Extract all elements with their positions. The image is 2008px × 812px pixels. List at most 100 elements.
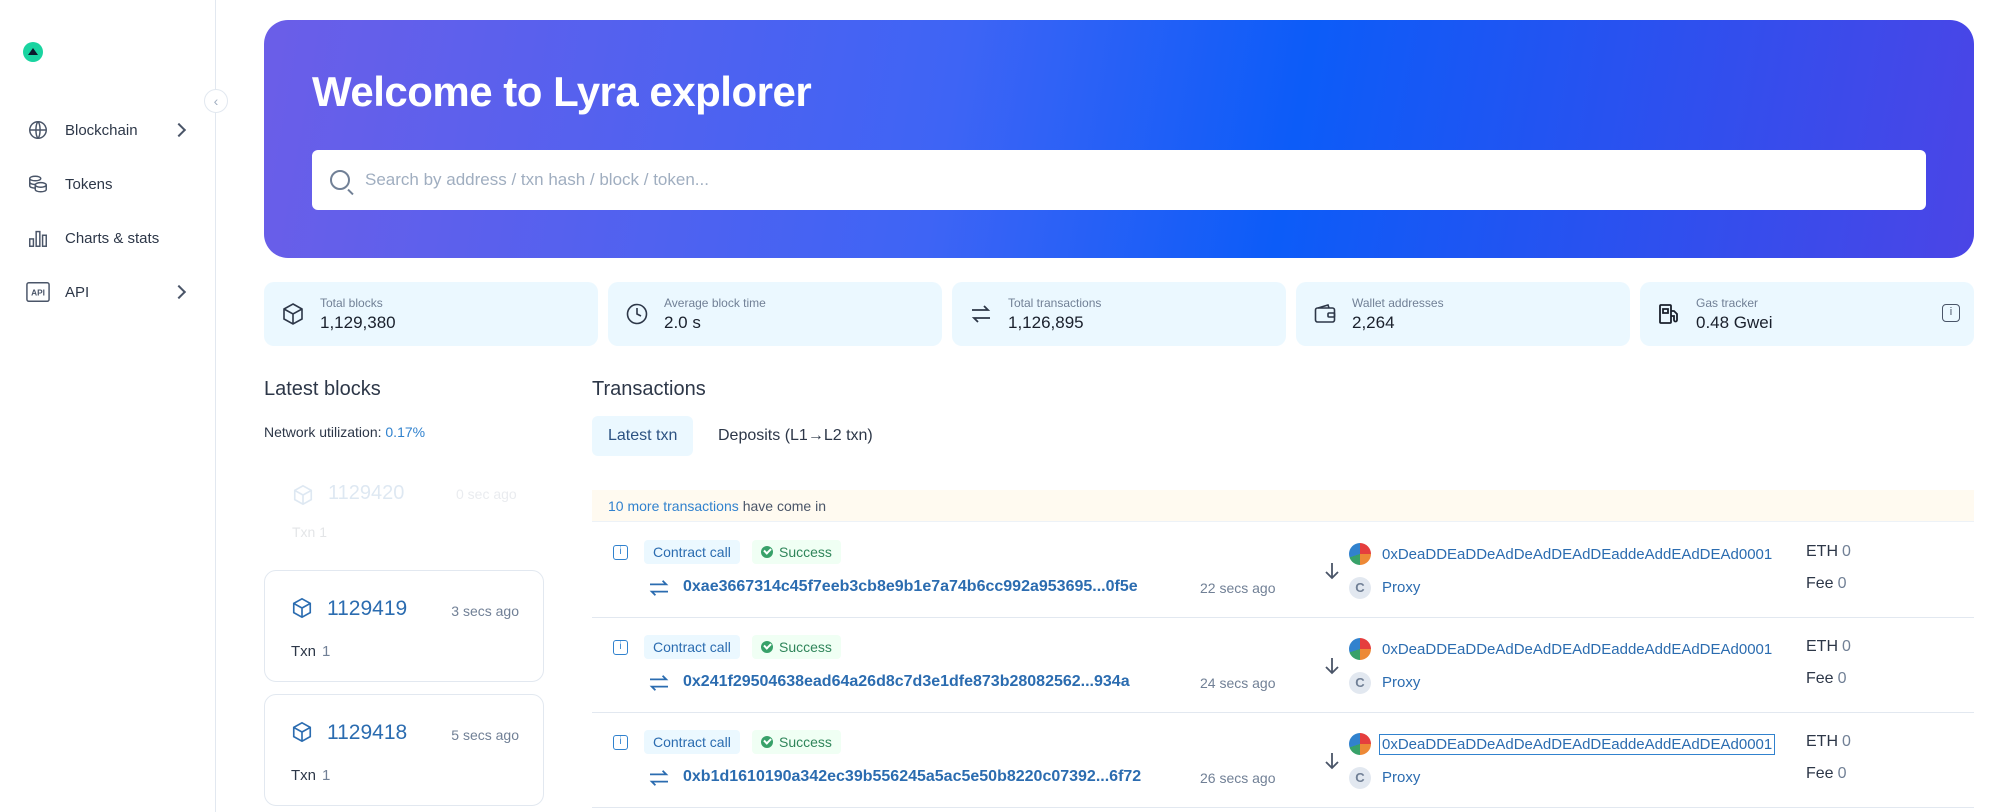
stat-wallet-addresses: Wallet addresses 2,264 — [1296, 282, 1630, 346]
arrow-down-icon — [1325, 563, 1339, 580]
tx-hash-link[interactable]: 0x241f29504638ead64a26d8c7d3e1dfe873b280… — [683, 673, 1130, 691]
fee-label: Fee — [1806, 765, 1834, 782]
contract-avatar: C — [1349, 672, 1371, 694]
info-icon[interactable]: i — [613, 640, 628, 655]
status-badge: Success — [752, 635, 841, 659]
block-txn-count: 1 — [322, 767, 331, 784]
fee-label: Fee — [1806, 575, 1834, 592]
sidebar-item-label: Charts & stats — [65, 229, 160, 247]
svg-text:API: API — [31, 288, 45, 298]
globe-icon — [24, 116, 52, 144]
coins-icon — [24, 170, 52, 198]
stat-label: Total transactions — [1008, 295, 1102, 310]
tx-eth-value: ETH 0 — [1806, 638, 1851, 656]
table-row: i Contract call Success 0x241f29504638ea… — [592, 618, 1974, 713]
info-icon[interactable]: i — [1942, 304, 1960, 322]
eth-label: ETH — [1806, 733, 1838, 750]
tx-eth-value: ETH 0 — [1806, 733, 1851, 751]
search-icon — [330, 170, 350, 190]
tab-deposits[interactable]: Deposits (L1→L2 txn) — [702, 416, 889, 456]
table-row: i Contract call Success 0xae3667314c45f7… — [592, 523, 1974, 618]
tx-fee-value: Fee 0 — [1806, 575, 1846, 593]
fee-amount: 0 — [1837, 575, 1847, 592]
new-transactions-banner: 10 more transactions have come in — [592, 490, 1974, 522]
block-txn-count: 1 — [319, 524, 328, 540]
wallet-icon — [1310, 299, 1340, 329]
block-time: 3 secs ago — [451, 603, 519, 619]
sidebar-item-label: Tokens — [65, 175, 113, 193]
to-address-link[interactable]: Proxy — [1382, 579, 1420, 596]
banner-text: have come in — [742, 497, 827, 514]
tx-type-badge: Contract call — [644, 730, 740, 754]
network-utilization-label: Network utilization: — [264, 424, 382, 440]
sidebar-item-tokens[interactable]: Tokens — [24, 166, 184, 202]
sidebar: Blockchain Tokens Charts & stats API API — [0, 0, 216, 812]
eth-amount: 0 — [1842, 543, 1851, 560]
chevron-right-icon — [171, 284, 187, 300]
search-input[interactable] — [365, 170, 1865, 190]
bar-chart-icon — [24, 224, 52, 252]
clock-icon — [622, 299, 652, 329]
sidebar-item-api[interactable]: API API — [24, 274, 187, 310]
search-bar[interactable] — [312, 150, 1926, 210]
from-address-link[interactable]: 0xDeaDDEaDDeAdDeAdDEAdDEaddeAddEAdDEAd00… — [1380, 545, 1774, 564]
sidebar-item-charts-stats[interactable]: Charts & stats — [24, 220, 184, 256]
cube-icon — [292, 597, 312, 619]
block-txn: Txn 1 — [292, 524, 327, 540]
lyra-logo[interactable] — [23, 42, 43, 62]
block-number-link[interactable]: 1129419 — [327, 597, 407, 621]
eth-amount: 0 — [1842, 638, 1851, 655]
status-text: Success — [779, 734, 832, 750]
sidebar-item-blockchain[interactable]: Blockchain — [24, 112, 187, 148]
tx-eth-value: ETH 0 — [1806, 543, 1851, 561]
info-icon[interactable]: i — [613, 735, 628, 750]
eth-amount: 0 — [1842, 733, 1851, 750]
stat-label: Average block time — [664, 295, 766, 310]
check-circle-icon — [761, 736, 773, 748]
tab-latest-txn[interactable]: Latest txn — [592, 416, 694, 456]
stat-average-block-time: Average block time 2.0 s — [608, 282, 942, 346]
block-time: 5 secs ago — [451, 727, 519, 743]
cube-icon — [293, 484, 313, 506]
info-icon[interactable]: i — [613, 545, 628, 560]
block-txn-label: Txn — [291, 643, 317, 660]
from-address-link[interactable]: 0xDeaDDEaDDeAdDeAdDEAdDEaddeAddEAdDEAd00… — [1378, 734, 1776, 755]
stat-value: 0.48 Gwei — [1696, 312, 1773, 332]
hero-banner: Welcome to Lyra explorer — [264, 20, 1974, 258]
block-number-link[interactable]: 1129418 — [327, 721, 407, 745]
to-address-link[interactable]: Proxy — [1382, 769, 1420, 786]
network-utilization-value: 0.17% — [385, 424, 426, 440]
transfer-icon — [649, 580, 669, 596]
table-row: i Contract call Success 0xb1d1610190a342… — [592, 713, 1974, 808]
stat-total-transactions: Total transactions 1,126,895 — [952, 282, 1286, 346]
stat-total-blocks: Total blocks 1,129,380 — [264, 282, 598, 346]
eth-label: ETH — [1806, 543, 1838, 560]
latest-blocks-title: Latest blocks — [264, 378, 381, 400]
arrow-down-icon — [1325, 658, 1339, 675]
collapse-sidebar-button[interactable]: ‹ — [204, 89, 228, 113]
block-txn: Txn 1 — [291, 767, 330, 784]
network-utilization: Network utilization: 0.17% — [264, 424, 425, 440]
from-avatar — [1349, 638, 1371, 660]
more-transactions-link[interactable]: 10 more transactions — [608, 498, 739, 514]
api-icon: API — [24, 278, 52, 306]
chevron-left-icon: ‹ — [213, 93, 219, 109]
eth-label: ETH — [1806, 638, 1838, 655]
stat-label: Wallet addresses — [1352, 295, 1444, 310]
block-txn-count: 1 — [322, 643, 331, 660]
to-address-link[interactable]: Proxy — [1382, 674, 1420, 691]
tx-time: 24 secs ago — [1200, 675, 1276, 691]
block-card: 1129419 3 secs ago Txn 1 — [264, 570, 544, 682]
stat-label: Total blocks — [320, 295, 383, 310]
block-card: 1129418 5 secs ago Txn 1 — [264, 694, 544, 806]
fee-amount: 0 — [1837, 765, 1847, 782]
tx-fee-value: Fee 0 — [1806, 765, 1846, 783]
stat-value: 1,126,895 — [1008, 312, 1084, 332]
transfer-icon — [649, 675, 669, 691]
arrow-down-icon — [1325, 753, 1339, 770]
from-address-link[interactable]: 0xDeaDDEaDDeAdDeAdDEAdDEaddeAddEAdDEAd00… — [1380, 640, 1774, 659]
tx-hash-link[interactable]: 0xae3667314c45f7eeb3cb8e9b1e7a74b6cc992a… — [683, 578, 1138, 596]
tx-hash-link[interactable]: 0xb1d1610190a342ec39b556245a5ac5e50b8220… — [683, 768, 1141, 786]
cube-icon — [292, 721, 312, 743]
tx-time: 26 secs ago — [1200, 770, 1276, 786]
